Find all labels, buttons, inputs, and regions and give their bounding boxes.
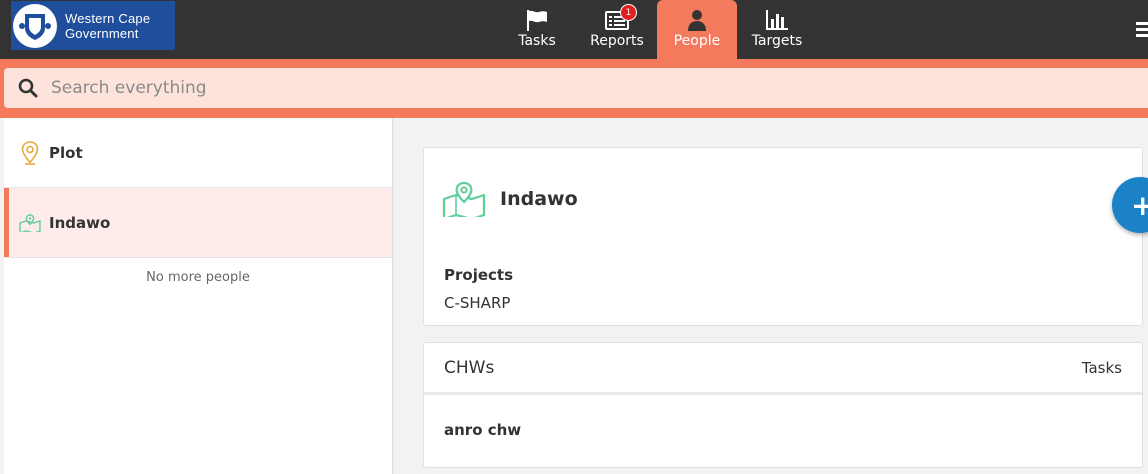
chw-row[interactable]: anro chw [424, 395, 1142, 439]
card-title-row: Indawo [442, 181, 578, 217]
map-icon [442, 181, 486, 217]
no-more-people-text: No more people [146, 270, 250, 285]
chws-header-label: CHWs [444, 357, 495, 378]
people-list-panel: Plot Indawo No more people [4, 118, 393, 474]
map-icon [19, 213, 41, 232]
hamburger-menu-icon[interactable] [1136, 22, 1148, 40]
logo-line-2: Government [65, 25, 139, 41]
nav-tab-tasks[interactable]: Tasks [497, 0, 577, 59]
list-item-indawo[interactable]: Indawo [4, 188, 392, 258]
tasks-header-label: Tasks [1081, 358, 1122, 377]
flag-icon [525, 9, 549, 31]
search-box[interactable] [4, 68, 1148, 108]
map-pin-icon [19, 140, 41, 165]
projects-value: C-SHARP [444, 294, 511, 312]
logo-text: Western Cape Government [65, 11, 150, 41]
person-icon [687, 9, 707, 31]
list-item-label: Plot [49, 143, 83, 162]
top-header: Western Cape Government Tasks 1 Reports … [0, 0, 1148, 59]
projects-label: Projects [444, 266, 514, 284]
search-band [0, 59, 1148, 118]
nav-tab-people[interactable]: People [657, 0, 737, 59]
search-icon [18, 78, 38, 98]
nav-label-tasks: Tasks [518, 33, 556, 49]
bar-chart-icon [765, 9, 789, 31]
place-summary-card: Indawo Projects C-SHARP [423, 147, 1143, 326]
nav-label-people: People [673, 33, 721, 49]
place-title: Indawo [500, 188, 578, 210]
list-item-plot[interactable]: Plot [4, 118, 392, 188]
main-nav: Tasks 1 Reports People Targets [497, 0, 817, 59]
nav-label-targets: Targets [751, 33, 803, 49]
chws-card: CHWs Tasks anro chw [423, 342, 1143, 468]
chws-card-header: CHWs Tasks [424, 343, 1142, 395]
logo-line-1: Western Cape [65, 10, 151, 26]
nav-tab-reports[interactable]: 1 Reports [577, 0, 657, 59]
list-item-label: Indawo [49, 213, 111, 232]
reports-badge: 1 [620, 4, 637, 21]
government-logo[interactable]: Western Cape Government [11, 1, 175, 50]
search-input[interactable] [51, 78, 951, 98]
nav-tab-targets[interactable]: Targets [737, 0, 817, 59]
nav-label-reports: Reports [590, 33, 644, 49]
crest-icon [13, 3, 57, 48]
plus-icon: + [1131, 188, 1148, 222]
